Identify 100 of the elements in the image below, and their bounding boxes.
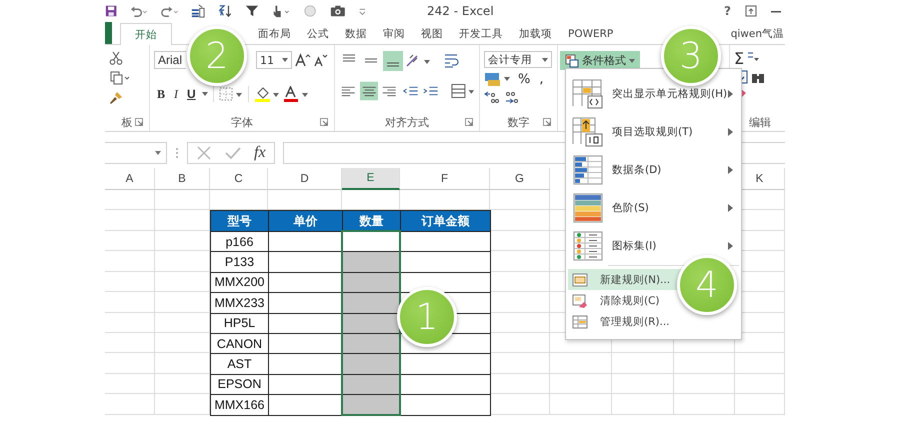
- ribbon-tab[interactable]: 面布局: [250, 23, 299, 44]
- sheet-cell[interactable]: [105, 312, 155, 333]
- column-header[interactable]: C: [210, 168, 268, 190]
- ribbon-tab[interactable]: 加载项: [511, 23, 560, 44]
- menu-item[interactable]: 新建规则(N)...: [568, 269, 684, 290]
- sort-icon[interactable]: [218, 3, 232, 19]
- filter-icon[interactable]: [245, 3, 260, 19]
- column-header[interactable]: A: [105, 168, 155, 190]
- format-button[interactable]: I: [171, 86, 182, 102]
- column-header[interactable]: E: [342, 168, 400, 190]
- selected-cell[interactable]: [342, 353, 401, 375]
- format-painter-icon[interactable]: [109, 91, 123, 105]
- grip-icon: [175, 147, 179, 159]
- sheet-cell[interactable]: [674, 353, 735, 374]
- ribbon-tab[interactable]: 公式: [299, 23, 337, 44]
- sheet-cell[interactable]: [612, 374, 674, 394]
- sheet-cell[interactable]: [612, 394, 674, 415]
- sheet-cell[interactable]: [674, 374, 735, 394]
- wrap-text-icon[interactable]: [443, 52, 461, 70]
- cut-icon[interactable]: [109, 51, 123, 65]
- sheet-cell[interactable]: [674, 394, 735, 415]
- enter-icon[interactable]: [224, 145, 242, 161]
- dropdown-icon[interactable]: [155, 151, 161, 155]
- undo-icon[interactable]: [130, 4, 148, 18]
- copy-icon[interactable]: [109, 71, 131, 85]
- sheet-cell[interactable]: [105, 251, 155, 272]
- camera-icon[interactable]: [330, 4, 346, 18]
- dropdown-icon[interactable]: [202, 92, 208, 96]
- conditional-formatting-button[interactable]: 条件格式: [560, 51, 640, 70]
- dropdown-icon: [629, 58, 635, 62]
- number-style-button[interactable]: %: [515, 72, 534, 86]
- format-button[interactable]: B: [154, 86, 168, 102]
- align-center-icon[interactable]: [360, 81, 378, 101]
- launcher-icon[interactable]: [135, 118, 143, 126]
- shrink-font-icon[interactable]: [314, 53, 328, 67]
- merge-cells-icon[interactable]: [450, 82, 475, 100]
- sheet-cell[interactable]: [550, 353, 612, 374]
- currency-icon[interactable]: [484, 71, 512, 87]
- select-icon[interactable]: [191, 3, 206, 19]
- sheet-cell[interactable]: [550, 394, 612, 415]
- fill-color-icon[interactable]: [254, 86, 280, 102]
- dropdown-icon[interactable]: [282, 58, 288, 62]
- selected-cell[interactable]: [342, 251, 401, 273]
- font-color-icon[interactable]: [282, 86, 309, 102]
- grow-font-icon[interactable]: [295, 53, 311, 67]
- sheet-cell[interactable]: [105, 272, 155, 292]
- sheet-cell[interactable]: [105, 292, 155, 313]
- circle-icon[interactable]: [304, 4, 317, 18]
- align-bottom-icon[interactable]: [383, 51, 403, 71]
- help-button[interactable]: ?: [724, 4, 731, 18]
- dropdown-icon[interactable]: [542, 58, 548, 62]
- sheet-cell[interactable]: [735, 374, 785, 394]
- number-style-button[interactable]: ,: [536, 72, 546, 86]
- table-header: 单价: [268, 210, 343, 232]
- format-button[interactable]: U: [184, 87, 199, 101]
- selected-cell[interactable]: [342, 312, 401, 334]
- sheet-cell[interactable]: [155, 190, 210, 210]
- sheet-cell[interactable]: [490, 190, 550, 210]
- menu-item[interactable]: 项目选取规则(T): [568, 113, 739, 151]
- ribbon-tab[interactable]: 开始: [120, 23, 172, 45]
- sheet-cell[interactable]: [612, 353, 674, 374]
- decrease-decimal-icon[interactable]: [503, 90, 519, 104]
- ribbon-display-icon[interactable]: [745, 5, 757, 17]
- sheet-cell[interactable]: [105, 231, 155, 252]
- sheet-cell[interactable]: [105, 190, 155, 210]
- column-header[interactable]: D: [268, 168, 342, 190]
- selected-cell[interactable]: [342, 292, 401, 314]
- sheet-cell[interactable]: [105, 374, 155, 394]
- autosum-button[interactable]: Σ: [734, 51, 744, 67]
- save-icon[interactable]: [105, 4, 118, 18]
- sheet-cell[interactable]: [105, 210, 155, 231]
- font-name-field[interactable]: Arial: [154, 51, 186, 69]
- column-header[interactable]: F: [400, 168, 490, 190]
- increase-decimal-icon[interactable]: [484, 90, 500, 104]
- font-size-field[interactable]: 11: [256, 51, 292, 69]
- sheet-cell[interactable]: [735, 394, 785, 415]
- number-format-dropdown[interactable]: 会计专用: [484, 51, 552, 68]
- sheet-cell[interactable]: [105, 353, 155, 374]
- sheet-cell[interactable]: [735, 353, 785, 374]
- ribbon-tab[interactable]: 视图: [413, 23, 451, 44]
- menu-item[interactable]: 色阶(S): [568, 189, 739, 227]
- ribbon-tab[interactable]: 数据: [337, 23, 375, 44]
- column-header[interactable]: G: [490, 168, 550, 190]
- launcher-icon[interactable]: [320, 118, 328, 126]
- insert-function-button[interactable]: fx: [254, 144, 266, 162]
- redo-icon[interactable]: [160, 4, 178, 18]
- ribbon-tab[interactable]: POWERP: [560, 23, 622, 44]
- ribbon-tab[interactable]: 审阅: [375, 23, 413, 44]
- table-cell: MMX166: [210, 394, 269, 416]
- sheet-cell[interactable]: [105, 394, 155, 415]
- borders-icon[interactable]: [218, 87, 243, 101]
- touch-icon[interactable]: [272, 3, 292, 19]
- sheet-cell[interactable]: [105, 332, 155, 354]
- cancel-icon[interactable]: [196, 145, 212, 161]
- ribbon-tab[interactable]: qiwen气温: [730, 23, 785, 44]
- column-header[interactable]: B: [155, 168, 210, 190]
- ribbon-tab[interactable]: 开发工具: [451, 23, 511, 44]
- launcher-icon[interactable]: [543, 118, 551, 126]
- launcher-icon[interactable]: [465, 118, 473, 126]
- sheet-cell[interactable]: [550, 374, 612, 394]
